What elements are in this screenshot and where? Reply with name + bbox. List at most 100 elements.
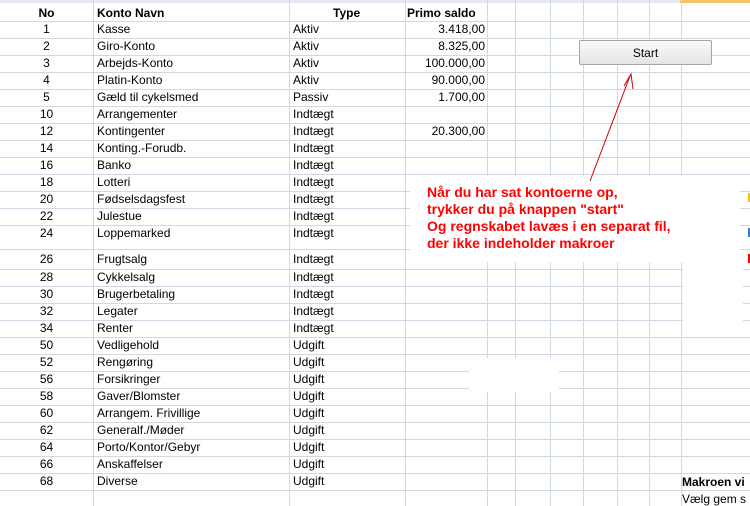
account-name-cell[interactable]: Legater (97, 303, 287, 320)
account-name-cell[interactable]: Arbejds-Konto (97, 55, 287, 72)
primo-saldo-cell[interactable] (407, 405, 485, 422)
primo-saldo-cell[interactable] (407, 320, 485, 337)
account-type-cell[interactable]: Indtægt (293, 286, 403, 303)
account-name-cell[interactable]: Giro-Konto (97, 38, 287, 55)
account-name-cell[interactable]: Renter (97, 320, 287, 337)
account-number-cell[interactable]: 64 (0, 439, 93, 456)
account-number-cell[interactable]: 14 (0, 140, 93, 157)
account-type-cell[interactable]: Indtægt (293, 303, 403, 320)
account-number-cell[interactable]: 10 (0, 106, 93, 123)
account-type-cell[interactable]: Udgift (293, 388, 403, 405)
account-number-cell[interactable]: 16 (0, 157, 93, 174)
primo-saldo-cell[interactable]: 3.418,00 (407, 21, 485, 38)
account-type-cell[interactable]: Indtægt (293, 140, 403, 157)
account-name-cell[interactable]: Diverse (97, 473, 287, 490)
account-type-cell[interactable]: Udgift (293, 473, 403, 490)
primo-saldo-cell[interactable] (407, 439, 485, 456)
account-name-cell[interactable]: Anskaffelser (97, 456, 287, 473)
account-type-cell[interactable]: Indtægt (293, 251, 403, 268)
account-name-cell[interactable]: Fødselsdagsfest (97, 191, 287, 208)
account-number-cell[interactable]: 58 (0, 388, 93, 405)
account-number-cell[interactable]: 24 (0, 225, 93, 242)
account-type-cell[interactable]: Aktiv (293, 38, 403, 55)
account-name-cell[interactable]: Gæld til cykelsmed (97, 89, 287, 106)
account-name-cell[interactable]: Forsikringer (97, 371, 287, 388)
account-type-cell[interactable]: Udgift (293, 456, 403, 473)
account-type-cell[interactable]: Udgift (293, 439, 403, 456)
account-number-cell[interactable]: 2 (0, 38, 93, 55)
account-name-cell[interactable]: Konting.-Forudb. (97, 140, 287, 157)
account-name-cell[interactable]: Julestue (97, 208, 287, 225)
account-name-cell[interactable]: Gaver/Blomster (97, 388, 287, 405)
account-number-cell[interactable]: 60 (0, 405, 93, 422)
account-type-cell[interactable]: Passiv (293, 89, 403, 106)
primo-saldo-cell[interactable]: 100.000,00 (407, 55, 485, 72)
account-name-cell[interactable]: Platin-Konto (97, 72, 287, 89)
account-number-cell[interactable]: 50 (0, 337, 93, 354)
primo-saldo-cell[interactable]: 8.325,00 (407, 38, 485, 55)
primo-saldo-cell[interactable]: 90.000,00 (407, 72, 485, 89)
account-type-cell[interactable]: Indtægt (293, 174, 403, 191)
account-type-cell[interactable]: Udgift (293, 337, 403, 354)
primo-saldo-cell[interactable] (407, 456, 485, 473)
account-name-cell[interactable]: Arrangem. Frivillige (97, 405, 287, 422)
account-name-cell[interactable]: Kontingenter (97, 123, 287, 140)
account-number-cell[interactable]: 66 (0, 456, 93, 473)
account-number-cell[interactable]: 28 (0, 269, 93, 286)
account-type-cell[interactable]: Udgift (293, 354, 403, 371)
primo-saldo-cell[interactable]: 1.700,00 (407, 89, 485, 106)
primo-saldo-cell[interactable] (407, 140, 485, 157)
primo-saldo-cell[interactable] (407, 106, 485, 123)
account-number-cell[interactable]: 20 (0, 191, 93, 208)
account-number-cell[interactable]: 68 (0, 473, 93, 490)
header-no[interactable]: No (0, 5, 93, 22)
account-name-cell[interactable]: Lotteri (97, 174, 287, 191)
account-type-cell[interactable]: Aktiv (293, 21, 403, 38)
account-type-cell[interactable]: Udgift (293, 371, 403, 388)
account-number-cell[interactable]: 1 (0, 21, 93, 38)
account-number-cell[interactable]: 52 (0, 354, 93, 371)
primo-saldo-cell[interactable] (407, 473, 485, 490)
account-number-cell[interactable]: 5 (0, 89, 93, 106)
header-primo-saldo[interactable]: Primo saldo (407, 5, 485, 22)
account-number-cell[interactable]: 18 (0, 174, 93, 191)
account-name-cell[interactable]: Kasse (97, 21, 287, 38)
primo-saldo-cell[interactable] (407, 422, 485, 439)
account-number-cell[interactable]: 26 (0, 251, 93, 268)
account-type-cell[interactable]: Udgift (293, 405, 403, 422)
account-number-cell[interactable]: 32 (0, 303, 93, 320)
account-number-cell[interactable]: 56 (0, 371, 93, 388)
primo-saldo-cell[interactable] (407, 157, 485, 174)
primo-saldo-cell[interactable] (407, 337, 485, 354)
account-type-cell[interactable]: Indtægt (293, 208, 403, 225)
header-konto-navn[interactable]: Konto Navn (97, 5, 287, 22)
account-type-cell[interactable]: Indtægt (293, 225, 403, 242)
primo-saldo-cell[interactable] (407, 269, 485, 286)
account-name-cell[interactable]: Vedligehold (97, 337, 287, 354)
primo-saldo-cell[interactable]: 20.300,00 (407, 123, 485, 140)
account-number-cell[interactable]: 4 (0, 72, 93, 89)
primo-saldo-cell[interactable] (407, 286, 485, 303)
account-number-cell[interactable]: 62 (0, 422, 93, 439)
account-type-cell[interactable]: Indtægt (293, 320, 403, 337)
start-button[interactable]: Start (579, 40, 712, 65)
account-name-cell[interactable]: Frugtsalg (97, 251, 287, 268)
account-type-cell[interactable]: Indtægt (293, 269, 403, 286)
account-name-cell[interactable]: Brugerbetaling (97, 286, 287, 303)
account-name-cell[interactable]: Generalf./Møder (97, 422, 287, 439)
account-number-cell[interactable]: 34 (0, 320, 93, 337)
account-type-cell[interactable]: Indtægt (293, 157, 403, 174)
account-type-cell[interactable]: Aktiv (293, 55, 403, 72)
account-type-cell[interactable]: Indtægt (293, 123, 403, 140)
account-type-cell[interactable]: Indtægt (293, 191, 403, 208)
account-name-cell[interactable]: Rengøring (97, 354, 287, 371)
account-number-cell[interactable]: 30 (0, 286, 93, 303)
account-name-cell[interactable]: Porto/Kontor/Gebyr (97, 439, 287, 456)
account-number-cell[interactable]: 3 (0, 55, 93, 72)
account-name-cell[interactable]: Banko (97, 157, 287, 174)
header-type[interactable]: Type (333, 5, 403, 22)
primo-saldo-cell[interactable] (407, 303, 485, 320)
account-name-cell[interactable]: Arrangementer (97, 106, 287, 123)
account-type-cell[interactable]: Aktiv (293, 72, 403, 89)
account-number-cell[interactable]: 22 (0, 208, 93, 225)
